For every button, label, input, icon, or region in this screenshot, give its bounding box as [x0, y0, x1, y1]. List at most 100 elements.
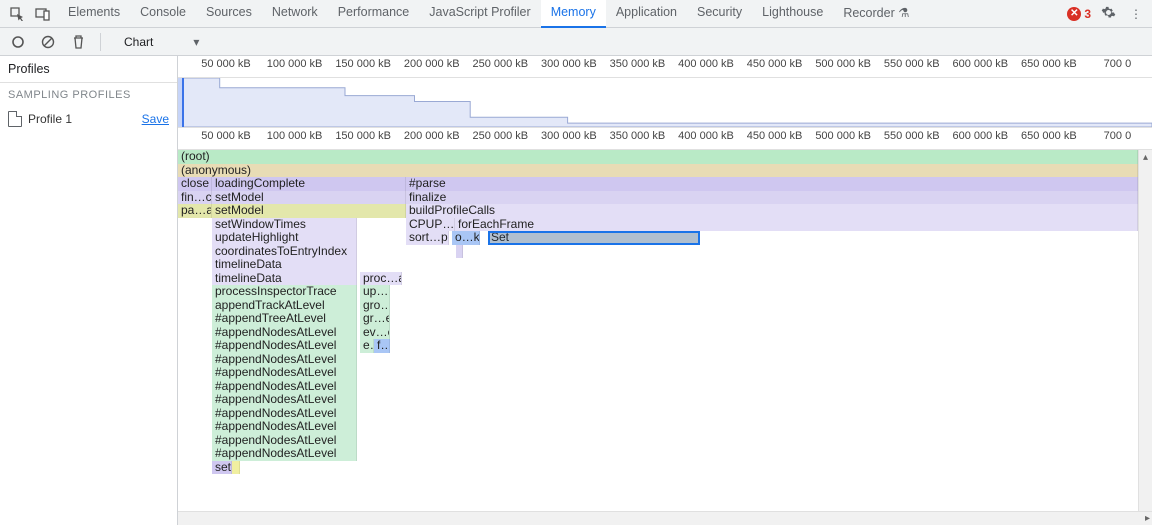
ruler-tick: 50 000 kB: [201, 58, 251, 70]
flame-bar[interactable]: buildProfileCalls: [406, 204, 1138, 218]
inspect-icon[interactable]: [6, 3, 28, 25]
ruler-tick: 450 000 kB: [747, 58, 803, 70]
flame-bar[interactable]: Set: [488, 231, 700, 245]
tab-javascript-profiler[interactable]: JavaScript Profiler: [419, 0, 540, 28]
flame-bar[interactable]: coordinatesToEntryIndex: [212, 245, 357, 259]
ruler-tick: 300 000 kB: [541, 130, 597, 142]
flame-bar[interactable]: processInspectorTrace: [212, 285, 357, 299]
flame-bar[interactable]: #appendNodesAtLevel: [212, 353, 357, 367]
profile-item[interactable]: Profile 1 Save: [0, 107, 177, 131]
ruler-tick: 700 0: [1104, 130, 1132, 142]
flame-bar[interactable]: CPUP…del: [406, 218, 455, 232]
flame-bar[interactable]: #appendNodesAtLevel: [212, 339, 357, 353]
record-icon[interactable]: [8, 32, 28, 52]
flame-bar[interactable]: #appendNodesAtLevel: [212, 326, 357, 340]
flame-bar[interactable]: up…up: [360, 285, 390, 299]
flame-bar[interactable]: f…r: [374, 339, 390, 353]
flame-bar[interactable]: timelineData: [212, 272, 357, 286]
ruler-tick: 600 000 kB: [952, 58, 1008, 70]
flame-bar[interactable]: setModel: [212, 204, 406, 218]
error-count: 3: [1084, 7, 1091, 21]
flame-bar[interactable]: #appendNodesAtLevel: [212, 380, 357, 394]
flame-bar[interactable]: #appendNodesAtLevel: [212, 366, 357, 380]
flame-ruler[interactable]: 50 000 kB100 000 kB150 000 kB200 000 kB2…: [178, 128, 1152, 150]
flame-bar[interactable]: sort…ples: [406, 231, 449, 245]
settings-gear-icon[interactable]: [1097, 3, 1120, 25]
flame-bar[interactable]: ev…ew: [360, 326, 390, 340]
tab-network[interactable]: Network: [262, 0, 328, 28]
flame-bar[interactable]: setModel: [212, 191, 406, 205]
flame-bar[interactable]: #appendTreeAtLevel: [212, 312, 357, 326]
flame-chart[interactable]: (root)(anonymous)closeloadingComplete#pa…: [178, 150, 1138, 511]
ruler-tick: 250 000 kB: [472, 58, 528, 70]
overview-selection-handle[interactable]: [178, 78, 184, 127]
tab-sources[interactable]: Sources: [196, 0, 262, 28]
tab-security[interactable]: Security: [687, 0, 752, 28]
toolbar-divider: [100, 33, 101, 51]
flame-bar[interactable]: #appendNodesAtLevel: [212, 447, 357, 461]
flame-bar[interactable]: updateHighlight: [212, 231, 357, 245]
profile-item-label: Profile 1: [28, 112, 72, 126]
ruler-tick: 350 000 kB: [610, 130, 666, 142]
flame-bar[interactable]: (root): [178, 150, 1138, 164]
vertical-scrollbar[interactable]: ▴: [1138, 150, 1152, 511]
flame-bar[interactable]: finalize: [406, 191, 1138, 205]
ruler-tick: 400 000 kB: [678, 58, 734, 70]
view-mode-select[interactable]: Chart ▾: [117, 32, 206, 52]
overview-ruler[interactable]: 50 000 kB100 000 kB150 000 kB200 000 kB2…: [178, 56, 1152, 78]
ruler-tick: 350 000 kB: [610, 58, 666, 70]
flame-bar[interactable]: o…k: [452, 231, 480, 245]
flame-bar[interactable]: (anonymous): [178, 164, 1138, 178]
flame-bar[interactable]: [232, 461, 240, 475]
flame-bar[interactable]: e…: [360, 339, 374, 353]
ruler-tick: 550 000 kB: [884, 130, 940, 142]
profile-save-link[interactable]: Save: [142, 112, 169, 126]
flame-bar[interactable]: fin…ce: [178, 191, 212, 205]
ruler-tick: 550 000 kB: [884, 58, 940, 70]
tab-memory[interactable]: Memory: [541, 0, 606, 28]
ruler-tick: 700 0: [1104, 58, 1132, 70]
flame-bar[interactable]: gr…ew: [360, 312, 390, 326]
tab-application[interactable]: Application: [606, 0, 687, 28]
flame-bar[interactable]: setWindowTimes: [212, 218, 357, 232]
flame-bar[interactable]: timelineData: [212, 258, 357, 272]
ruler-tick: 650 000 kB: [1021, 130, 1077, 142]
ruler-tick: 600 000 kB: [952, 130, 1008, 142]
ruler-tick: 500 000 kB: [815, 130, 871, 142]
sidebar-title: Profiles: [0, 56, 177, 83]
tab-console[interactable]: Console: [130, 0, 196, 28]
flame-bar[interactable]: #appendNodesAtLevel: [212, 420, 357, 434]
ruler-tick: 200 000 kB: [404, 130, 460, 142]
flame-bar[interactable]: #appendNodesAtLevel: [212, 434, 357, 448]
tab-lighthouse[interactable]: Lighthouse: [752, 0, 833, 28]
sidebar-group-label: SAMPLING PROFILES: [0, 83, 177, 107]
delete-icon[interactable]: [68, 32, 88, 52]
ruler-tick: 100 000 kB: [267, 130, 323, 142]
flame-bar[interactable]: #appendNodesAtLevel: [212, 393, 357, 407]
flame-bar[interactable]: proc…ata: [360, 272, 402, 286]
tab-elements[interactable]: Elements: [58, 0, 130, 28]
device-toggle-icon[interactable]: [32, 3, 54, 25]
horizontal-scrollbar[interactable]: ▸: [178, 511, 1152, 525]
clear-icon[interactable]: [38, 32, 58, 52]
error-count-badge[interactable]: ✕ 3: [1067, 7, 1091, 21]
flame-bar[interactable]: forEachFrame: [455, 218, 1138, 232]
flame-bar[interactable]: loadingComplete: [212, 177, 406, 191]
chevron-down-icon: ▾: [193, 35, 199, 49]
flame-bar[interactable]: pa…at: [178, 204, 212, 218]
ruler-tick: 250 000 kB: [472, 130, 528, 142]
ruler-tick: 100 000 kB: [267, 58, 323, 70]
flame-bar[interactable]: appendTrackAtLevel: [212, 299, 357, 313]
flame-bar[interactable]: set: [212, 461, 232, 475]
flame-bar[interactable]: close: [178, 177, 212, 191]
scroll-right-icon[interactable]: ▸: [1145, 513, 1150, 524]
tab-recorder-[interactable]: Recorder ⚗: [833, 0, 919, 28]
flame-bar[interactable]: gro…ts: [360, 299, 390, 313]
scroll-up-icon[interactable]: ▴: [1143, 152, 1148, 163]
tab-performance[interactable]: Performance: [328, 0, 420, 28]
flame-bar[interactable]: #appendNodesAtLevel: [212, 407, 357, 421]
flame-bar[interactable]: #parse: [406, 177, 1138, 191]
more-menu-icon[interactable]: ⋮: [1126, 5, 1146, 23]
flame-bar[interactable]: [456, 245, 463, 259]
overview-chart[interactable]: [178, 78, 1152, 128]
